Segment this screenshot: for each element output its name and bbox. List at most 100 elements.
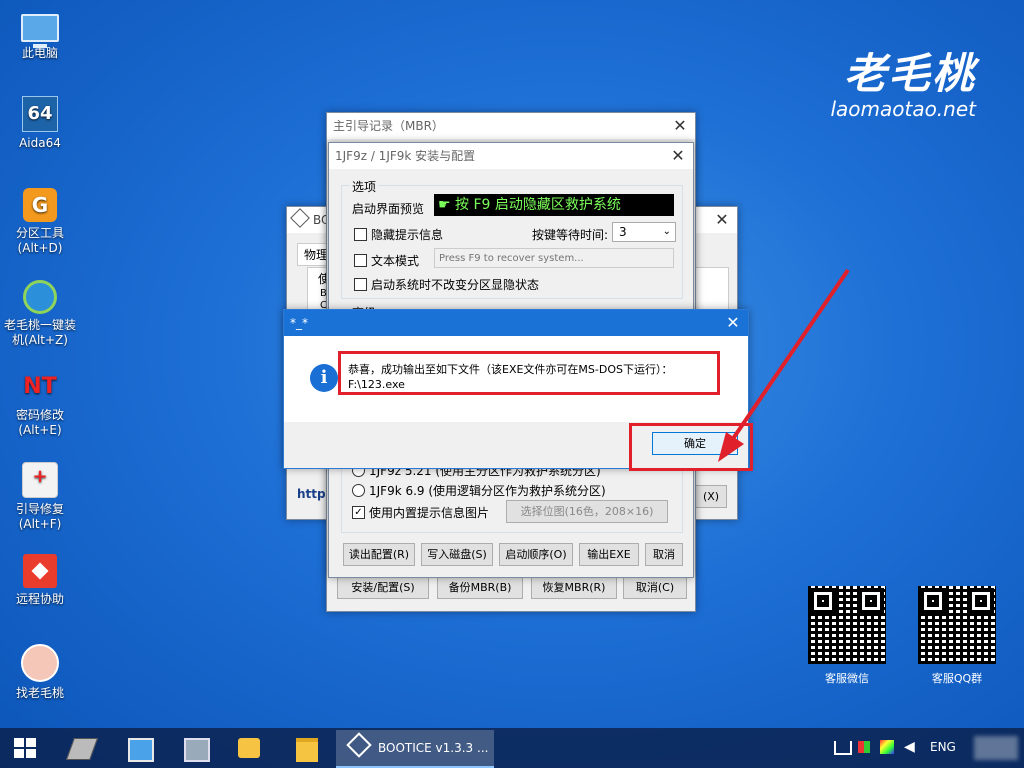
taskbar-explorer[interactable]: [284, 732, 328, 764]
annotation-ok-box: [629, 423, 753, 471]
clock-area[interactable]: [974, 736, 1018, 760]
options-legend: 选项: [350, 178, 379, 195]
desktop-icon-find-laomaotao[interactable]: 找老毛桃: [0, 644, 80, 701]
taskbar-bootice[interactable]: BOOTICE v1.3.3 ...: [336, 730, 494, 768]
language-indicator[interactable]: ENG: [930, 740, 956, 754]
checkbox-box[interactable]: ✓: [352, 506, 365, 519]
restore-mbr-button[interactable]: 恢复MBR(R): [531, 576, 617, 599]
export-exe-button[interactable]: 输出EXE: [579, 543, 639, 566]
radio-label: 1JF9k 6.9 (使用逻辑分区作为救护系统分区): [369, 484, 606, 498]
desktop-icon-boot-repair[interactable]: 引导修复 (Alt+F): [0, 462, 80, 532]
read-config-button[interactable]: 读出配置(R): [343, 543, 415, 566]
desktop-icon-label: Aida64: [19, 136, 61, 150]
installer-icon: [23, 280, 57, 314]
checkbox-box[interactable]: [354, 278, 367, 291]
boot-preview: ☛ 按 F9 启动隐藏区救护系统: [434, 194, 674, 216]
hide-tip-checkbox[interactable]: 隐藏提示信息: [354, 226, 443, 243]
network-computer-icon: [184, 738, 210, 762]
desktop-icon-remote-assist[interactable]: 远程协助: [0, 554, 80, 607]
find-laomaotao-icon: [21, 644, 59, 682]
checkbox-label: 文本模式: [371, 254, 420, 268]
aida64-icon: 64: [22, 96, 58, 132]
annotation-message-box: [338, 351, 720, 395]
close-icon[interactable]: ✕: [707, 207, 737, 233]
taskbar-chip-app[interactable]: [58, 732, 102, 764]
color-display-icon[interactable]: [880, 740, 894, 754]
close-icon[interactable]: ✕: [665, 113, 695, 139]
desktop-icon-password-tool[interactable]: NT 密码修改 (Alt+E): [0, 370, 80, 438]
config-cancel-button[interactable]: 取消: [645, 543, 683, 566]
qr-wechat: 客服微信: [808, 586, 886, 686]
mbr-title: 主引导记录（MBR）: [333, 119, 444, 133]
desktop-icon-label: 此电脑: [21, 46, 58, 60]
network-icon[interactable]: [834, 741, 852, 755]
taskbar-network-app[interactable]: [172, 732, 216, 764]
start-button[interactable]: [2, 732, 46, 764]
checkbox-box[interactable]: [354, 228, 367, 241]
chip-icon: [65, 738, 99, 760]
taskbar-monitor-app[interactable]: [116, 732, 160, 764]
computer-icon: [21, 14, 59, 48]
boot-order-button[interactable]: 启动顺序(O): [499, 543, 573, 566]
desktop-icon-computer[interactable]: 此电脑: [0, 8, 80, 61]
flag-icon[interactable]: [858, 741, 870, 753]
mbr-titlebar: 主引导记录（MBR） ✕: [327, 113, 695, 139]
preview-label: 启动界面预览: [352, 202, 425, 216]
close-icon[interactable]: ✕: [663, 143, 693, 169]
dialog-titlebar: *_* ✕: [284, 310, 748, 336]
desktop-icon-partition-tool[interactable]: G 分区工具 (Alt+D): [0, 188, 80, 256]
taskbar: BOOTICE v1.3.3 ... ◀ ENG: [0, 728, 1024, 768]
text-mode-input[interactable]: [434, 248, 674, 268]
checkbox-box[interactable]: [354, 254, 367, 267]
monitor-icon: [128, 738, 154, 762]
choose-bitmap-button[interactable]: 选择位图(16色，208×16): [506, 500, 668, 523]
bootice-close-button[interactable]: (X): [695, 485, 727, 508]
close-icon[interactable]: ✕: [718, 310, 748, 336]
qr-code-icon: [918, 586, 996, 664]
desktop-icon-label: 密码修改 (Alt+E): [15, 408, 64, 437]
password-tool-icon: NT: [23, 374, 57, 399]
qr-code-icon: [808, 586, 886, 664]
hand-pointer-icon: ☛: [438, 197, 456, 213]
taskbar-bootice-label: BOOTICE v1.3.3 ...: [378, 741, 489, 755]
qr-qq-group: 客服QQ群: [918, 586, 996, 686]
checkbox-label: 启动系统时不改变分区显隐状态: [371, 278, 540, 292]
install-config-button[interactable]: 安装/配置(S): [337, 576, 429, 599]
desktop-icon-aida64[interactable]: 64 Aida64: [0, 96, 80, 151]
wait-time-value: 3: [619, 225, 627, 239]
folder-icon: [296, 738, 318, 762]
backup-mbr-button[interactable]: 备份MBR(B): [437, 576, 523, 599]
volume-icon[interactable]: ◀: [904, 739, 915, 755]
wait-time-select[interactable]: 3 ⌄: [612, 222, 676, 242]
info-icon: i: [310, 364, 338, 392]
desktop-icon-label: 远程协助: [15, 592, 64, 606]
preview-text: 按 F9 启动隐藏区救护系统: [455, 197, 621, 213]
dialog-title: *_*: [290, 316, 308, 330]
boot-repair-icon: [22, 462, 58, 498]
qr-label: 客服QQ群: [931, 672, 983, 685]
config-title: 1JF9z / 1JF9k 安装与配置: [335, 149, 476, 163]
partition-tool-icon: G: [23, 188, 57, 222]
desktop-icon-label: 分区工具 (Alt+D): [15, 226, 64, 255]
taskbar-search-app[interactable]: [226, 732, 270, 764]
radio-button[interactable]: [352, 484, 365, 497]
checkbox-label: 使用内置提示信息图片: [369, 506, 490, 520]
laomaotao-logo: 老毛桃 laomaotao.net: [830, 40, 976, 121]
bootice-taskbar-icon: [346, 732, 372, 758]
logo-text: 老毛桃: [843, 49, 976, 98]
system-tray: ◀ ENG: [824, 728, 1024, 768]
builtin-image-checkbox[interactable]: ✓ 使用内置提示信息图片: [352, 504, 489, 521]
bootice-app-icon: [290, 208, 310, 228]
radio-1jf9k[interactable]: 1JF9k 6.9 (使用逻辑分区作为救护系统分区): [352, 482, 606, 499]
text-mode-checkbox[interactable]: 文本模式: [354, 252, 419, 269]
desktop-icon-installer[interactable]: 老毛桃一键装 机(Alt+Z): [0, 280, 80, 348]
options-group: 选项 启动界面预览 ☛ 按 F9 启动隐藏区救护系统 隐藏提示信息 按键等待时间…: [341, 178, 683, 299]
desktop-icon-label: 老毛桃一键装 机(Alt+Z): [3, 318, 76, 347]
chevron-down-icon: ⌄: [662, 226, 671, 237]
keep-partition-checkbox[interactable]: 启动系统时不改变分区显隐状态: [354, 276, 539, 293]
desktop-icon-label: 引导修复 (Alt+F): [15, 502, 64, 531]
write-disk-button[interactable]: 写入磁盘(S): [421, 543, 493, 566]
cancel-button[interactable]: 取消(C): [623, 576, 687, 599]
qr-label: 客服微信: [825, 672, 869, 685]
logo-url: laomaotao.net: [830, 97, 976, 121]
